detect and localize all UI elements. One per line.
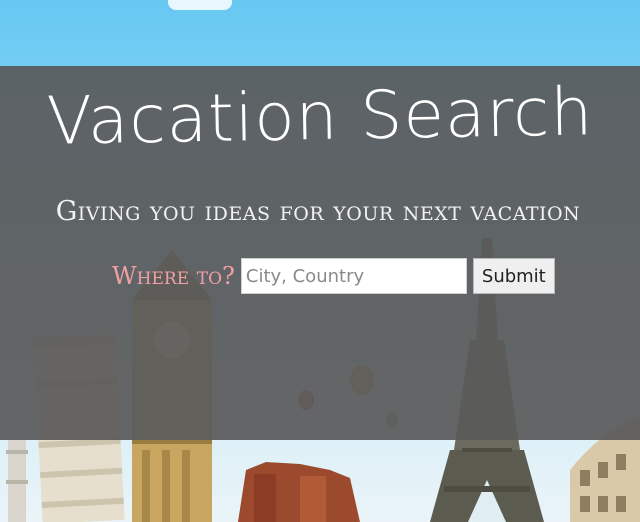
page-subtitle: Giving you ideas for your next vacation	[55, 196, 581, 227]
page: Vacation Search Giving you ideas for you…	[0, 0, 640, 522]
left-tower	[6, 440, 28, 522]
page-title: Vacation Search	[46, 73, 594, 160]
submit-button[interactable]: Submit	[472, 258, 555, 294]
where-to-label: Where to?	[112, 262, 235, 290]
red-rock	[238, 462, 360, 522]
destination-input[interactable]	[240, 258, 467, 294]
search-form: Where to? Submit	[112, 257, 555, 295]
